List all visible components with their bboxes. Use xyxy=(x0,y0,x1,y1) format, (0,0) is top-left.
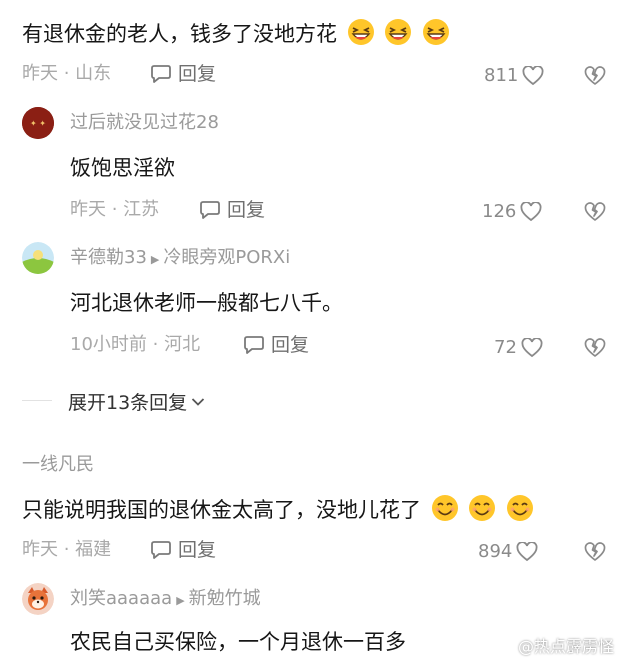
heart-icon xyxy=(522,66,544,86)
comment-2-text: 只能说明我国的退休金太高了，没地儿花了 xyxy=(22,498,421,522)
watermark: @热点霹雳怪 xyxy=(496,633,614,657)
reply-label: 回复 xyxy=(271,334,310,356)
grinning-squint-emoji-icon xyxy=(347,19,374,45)
reply-label: 回复 xyxy=(227,199,266,221)
reply-1-reply-button[interactable]: 回复 xyxy=(199,198,265,222)
chat-bubble-icon xyxy=(244,336,264,354)
reply-3-reply-to[interactable]: 新勉竹城 xyxy=(189,588,261,609)
like-count: 811 xyxy=(484,65,519,86)
comment-1-text-row: 有退休金的老人，钱多了没地方花 xyxy=(22,18,450,48)
comment-1-reply-button[interactable]: 回复 xyxy=(150,62,216,86)
svg-text:✦ ✦: ✦ ✦ xyxy=(30,119,46,128)
comment-2-reply-button[interactable]: 回复 xyxy=(150,538,216,562)
reply-2-header: 辛德勒33 ▶ 冷眼旁观PORXi xyxy=(70,246,290,272)
reply-label: 回复 xyxy=(178,63,217,85)
reply-1-like-button[interactable]: 126 xyxy=(482,200,542,224)
avatar-image: ✦ ✦ xyxy=(22,107,54,139)
reply-2-reply-to[interactable]: 冷眼旁观PORXi xyxy=(163,247,290,268)
comment-feed: 有退休金的老人，钱多了没地方花 昨天 · 山东 回复 811 ✦ ✦ 过后就没见… xyxy=(0,0,640,666)
avatar[interactable]: ✦ ✦ xyxy=(22,107,54,139)
reply-2-text: 河北退休老师一般都七八千。 xyxy=(70,291,343,315)
comment-1-text: 有退休金的老人，钱多了没地方花 xyxy=(22,22,337,46)
expand-replies-label: 展开13条回复 xyxy=(68,392,188,414)
comment-2-username[interactable]: 一线凡民 xyxy=(22,453,94,477)
like-count: 72 xyxy=(494,337,517,358)
reply-arrow-icon: ▶ xyxy=(176,594,185,607)
comment-2-like-button[interactable]: 894 xyxy=(478,540,538,564)
smile-emoji-icon xyxy=(431,495,458,521)
reply-2-username[interactable]: 辛德勒33 xyxy=(70,247,147,268)
broken-heart-icon[interactable] xyxy=(584,542,606,562)
avatar[interactable] xyxy=(22,583,54,615)
grinning-squint-emoji-icon xyxy=(385,19,412,45)
comment-1-like-button[interactable]: 811 xyxy=(484,64,544,88)
chat-bubble-icon xyxy=(151,65,171,83)
logo-icon xyxy=(496,636,514,654)
reply-label: 回复 xyxy=(178,539,217,561)
reply-2-like-button[interactable]: 72 xyxy=(494,336,543,360)
heart-icon xyxy=(521,338,543,358)
comment-2-time-location: 昨天 · 福建 xyxy=(22,539,112,560)
expand-replies-button[interactable]: 展开13条回复 xyxy=(68,388,205,415)
reply-1-text: 饭饱思淫欲 xyxy=(70,156,175,180)
chat-bubble-icon xyxy=(200,201,220,219)
avatar[interactable] xyxy=(22,242,54,274)
reply-3-header: 刘笑aaaaaa ▶ 新勉竹城 xyxy=(70,587,261,613)
avatar-image xyxy=(22,242,54,274)
reply-2-time-location: 10小时前 · 河北 xyxy=(70,334,201,355)
chevron-down-icon xyxy=(192,397,205,406)
expand-divider xyxy=(22,400,52,401)
like-count: 894 xyxy=(478,541,513,562)
reply-3-text: 农民自己买保险，一个月退休一百多 xyxy=(70,630,406,654)
heart-icon xyxy=(516,542,538,562)
reply-1-username[interactable]: 过后就没见过花28 xyxy=(70,111,219,135)
chat-bubble-icon xyxy=(151,541,171,559)
reply-arrow-icon: ▶ xyxy=(150,253,160,266)
watermark-text: @热点霹雳怪 xyxy=(518,637,615,656)
broken-heart-icon[interactable] xyxy=(584,66,606,86)
comment-2-text-row: 只能说明我国的退休金太高了，没地儿花了 xyxy=(22,494,534,524)
broken-heart-icon[interactable] xyxy=(584,338,606,358)
avatar-image xyxy=(22,583,54,615)
reply-2-reply-button[interactable]: 回复 xyxy=(243,333,309,357)
grinning-squint-emoji-icon xyxy=(423,19,450,45)
heart-icon xyxy=(520,202,542,222)
reply-3-username[interactable]: 刘笑aaaaaa xyxy=(70,588,172,609)
smile-emoji-icon xyxy=(469,495,496,521)
comment-1-time-location: 昨天 · 山东 xyxy=(22,63,112,84)
reply-1-time-location: 昨天 · 江苏 xyxy=(70,199,160,220)
smile-emoji-icon xyxy=(507,495,534,521)
like-count: 126 xyxy=(482,201,517,222)
broken-heart-icon[interactable] xyxy=(584,202,606,222)
